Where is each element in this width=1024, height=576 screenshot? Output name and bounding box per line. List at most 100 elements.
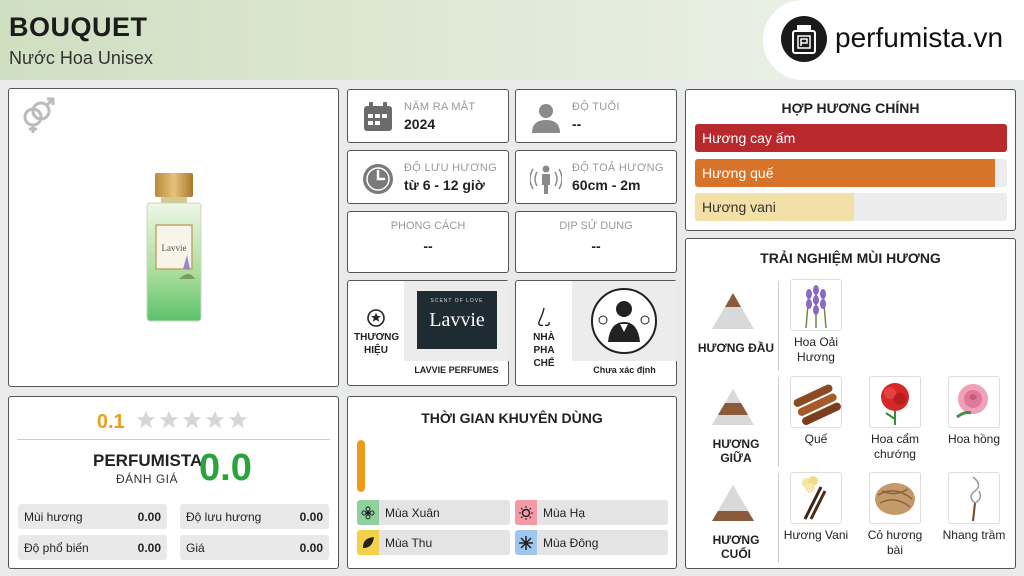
star-rating[interactable] [135, 409, 250, 436]
perfumista-label: PERFUMISTA [93, 451, 203, 470]
brand-logo-image[interactable]: SCENT OF LOVE Lavvie [404, 281, 509, 361]
brand-name[interactable]: LAVVIE PERFUMES [404, 365, 509, 375]
longevity-value: từ 6 - 12 giờ [404, 177, 485, 193]
divider [778, 473, 779, 563]
divider [778, 377, 779, 467]
note-name: Cỏ hương bài [867, 528, 923, 557]
flower-icon [357, 500, 379, 525]
note-item[interactable]: Hoa Oải Hương [780, 279, 852, 365]
accord-bar: Hương vani [695, 193, 1007, 221]
lavender-icon [790, 279, 842, 331]
main-accords-card: HỢP HƯƠNG CHÍNH Hương cay ấm Hương quế H… [685, 89, 1016, 231]
season-spring: Mùa Xuân [357, 500, 510, 525]
divider [778, 281, 779, 371]
page-subtitle: Nước Hoa Unisex [9, 48, 153, 68]
score-value: 0.00 [299, 509, 323, 524]
product-bottle-image: Lavvie [139, 169, 209, 329]
user-rating: 0.1 [9, 409, 338, 436]
gender-unisex-icon [19, 97, 57, 135]
vanilla-icon [790, 472, 842, 524]
accord-bar: Hương cay ấm [695, 124, 1007, 152]
score-label: Độ lưu hương [186, 509, 262, 524]
perfumer-box[interactable]: NHÀ PHA CHẾ Chưa xác định [515, 280, 677, 386]
note-name: Nhang trầm [942, 528, 1006, 542]
brand-logo-word: Lavvie [429, 309, 485, 331]
divider [17, 439, 330, 440]
recommended-time-title: THỜI GIAN KHUYÊN DÙNG [421, 410, 603, 426]
lavvie-logo: SCENT OF LOVE Lavvie [417, 291, 497, 349]
star-icon[interactable] [158, 409, 180, 431]
age-value: -- [572, 116, 582, 132]
season-label: Mùa Thu [385, 535, 433, 550]
season-label: Mùa Xuân [385, 505, 440, 520]
release-year-value: 2024 [404, 116, 436, 132]
main-accords-title: HỢP HƯƠNG CHÍNH [781, 100, 920, 116]
scent-notes-title: TRẢI NGHIỆM MÙI HƯƠNG [760, 250, 941, 266]
score-label: Mùi hương [24, 509, 83, 524]
middle-notes-label: HƯƠNG GIỮA [712, 437, 760, 465]
sillage-label: ĐỘ TOẢ HƯƠNG [572, 162, 664, 174]
brand-box[interactable]: THƯƠNG HIỆU SCENT OF LOVE Lavvie LAVVIE … [347, 280, 509, 386]
person-icon [530, 101, 562, 133]
season-autumn: Mùa Thu [357, 530, 510, 555]
site-logo[interactable]: perfumista.vn [763, 0, 1024, 80]
occasion-box: DỊP SỬ DỤNG -- [515, 211, 677, 273]
score-value: 0.00 [137, 540, 161, 555]
snowflake-icon [515, 530, 537, 555]
occasion-value: -- [591, 238, 601, 254]
score-label: Giá [186, 540, 205, 555]
perfumista-sublabel: ĐÁNH GIÁ [115, 472, 178, 486]
score-label: Độ phổ biến [24, 540, 89, 555]
star-icon[interactable] [204, 409, 226, 431]
accord-label: Hương cay ấm [702, 130, 796, 146]
top-notes-label: HƯƠNG ĐẦU [697, 341, 775, 355]
note-name: Quế [804, 432, 828, 446]
calendar-icon [362, 101, 394, 133]
carnation-icon [869, 376, 921, 428]
score-price: Giá 0.00 [180, 535, 329, 560]
user-rating-score: 0.1 [96, 411, 125, 433]
note-item[interactable]: Hương Vani [780, 472, 852, 543]
rating-card: 0.1 PERFUMISTA ĐÁNH GIÁ 0.0 Mùi hương 0.… [8, 396, 339, 569]
sun-icon [515, 500, 537, 525]
brand-label: THƯƠNG HIỆU [354, 332, 400, 356]
note-name: Hoa hồng [947, 432, 1001, 446]
note-item[interactable]: Quế [780, 376, 852, 447]
longevity-label: ĐỘ LƯU HƯƠNG [404, 162, 497, 174]
accord-bar: Hương quế [695, 159, 1007, 187]
base-notes-label: HƯƠNG CUỐI [712, 533, 760, 561]
style-value: -- [423, 238, 433, 254]
note-item[interactable]: Hoa hồng [938, 376, 1010, 447]
perfume-bottle-logo-icon [781, 16, 827, 62]
accord-label: Hương quế [702, 165, 774, 181]
page-title: BOUQUET [9, 12, 148, 42]
leaf-icon [357, 530, 379, 555]
occasion-label: DỊP SỬ DỤNG [559, 220, 633, 232]
sillage-icon [529, 163, 563, 195]
perfumer-image[interactable] [572, 281, 677, 361]
note-item[interactable]: Nhang trầm [938, 472, 1010, 543]
star-circle-icon [367, 309, 385, 327]
age-label: ĐỘ TUỔI [572, 101, 620, 113]
sillage-value: 60cm - 2m [572, 177, 641, 193]
perfumer-label: NHÀ PHA CHẾ [533, 332, 555, 369]
age-box: ĐỘ TUỔI -- [515, 89, 677, 143]
release-year-box: NĂM RA MẮT 2024 [347, 89, 509, 143]
perfumer-name[interactable]: Chưa xác định [572, 365, 677, 375]
star-icon[interactable] [227, 409, 249, 431]
nose-icon [535, 307, 553, 329]
sillage-box: ĐỘ TOẢ HƯƠNG 60cm - 2m [515, 150, 677, 204]
rose-icon [948, 376, 1000, 428]
release-year-label: NĂM RA MẮT [404, 101, 476, 113]
style-box: PHONG CÁCH -- [347, 211, 509, 273]
clock-icon [362, 163, 394, 195]
note-item[interactable]: Hoa cẩm chướng [859, 376, 931, 462]
note-name: Hương Vani [783, 528, 849, 542]
pyramid-base-icon [712, 485, 754, 521]
note-item[interactable]: Cỏ hương bài [859, 472, 931, 558]
incense-icon [948, 472, 1000, 524]
star-icon[interactable] [135, 409, 157, 431]
product-image-card: Lavvie [8, 88, 339, 387]
score-scent: Mùi hương 0.00 [18, 504, 167, 529]
star-icon[interactable] [181, 409, 203, 431]
